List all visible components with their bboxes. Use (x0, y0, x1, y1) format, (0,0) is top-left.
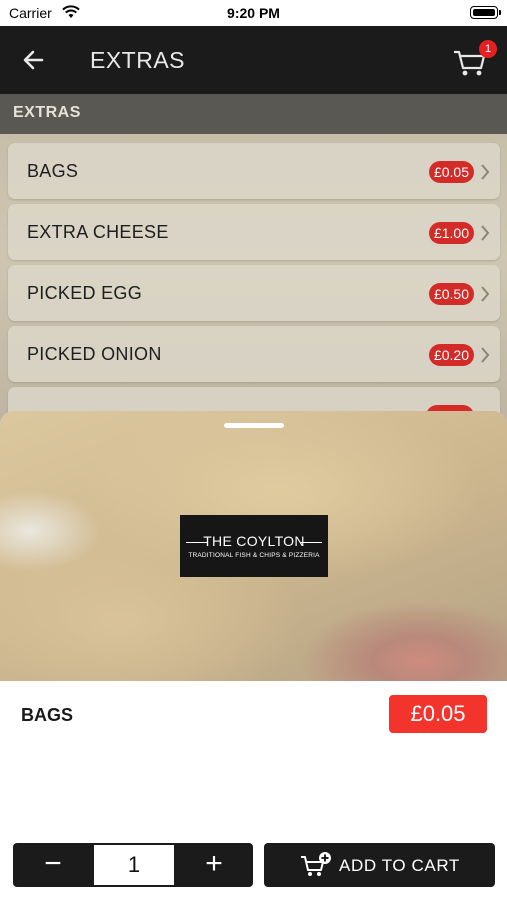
list-item[interactable]: BAGS £0.05 (8, 143, 500, 199)
product-name: BAGS (21, 705, 74, 725)
chevron-right-icon (480, 163, 490, 181)
sheet-drag-handle[interactable] (224, 423, 284, 428)
quantity-value[interactable]: 1 (94, 845, 174, 885)
back-arrow-icon[interactable] (20, 46, 50, 74)
chevron-right-icon (480, 285, 490, 303)
logo-subtitle: TRADITIONAL FISH & CHIPS & PIZZERIA (188, 552, 320, 559)
quantity-stepper: − 1 + (13, 843, 253, 887)
item-price-badge: £0.20 (428, 344, 474, 366)
item-price-badge: £0.05 (428, 161, 474, 183)
cart-add-icon (300, 851, 334, 879)
item-label: EXTRA CHEESE (27, 222, 169, 242)
item-label: BAGS (27, 161, 79, 181)
chevron-right-icon (480, 224, 490, 242)
extras-list: BAGS £0.05 EXTRA CHEESE £1.00 PICKED EGG… (0, 134, 507, 443)
status-time: 9:20 PM (227, 5, 280, 21)
product-price-badge: £0.05 (389, 695, 487, 733)
battery-icon (470, 6, 501, 19)
app-header: EXTRAS 1 (0, 26, 507, 94)
logo-rule-left (186, 542, 208, 543)
logo-rule-right (300, 542, 322, 543)
restaurant-logo: THE COYLTON TRADITIONAL FISH & CHIPS & P… (180, 515, 328, 577)
add-to-cart-button[interactable]: ADD TO CART (264, 843, 495, 887)
status-bar: Carrier 9:20 PM (0, 0, 507, 26)
decrease-quantity-button[interactable]: − (13, 843, 93, 887)
list-item[interactable]: PICKED ONION £0.20 (8, 326, 500, 382)
increase-quantity-button[interactable]: + (175, 843, 253, 887)
section-label: EXTRAS (13, 104, 81, 121)
item-price-badge: £0.50 (428, 283, 474, 305)
item-label: PICKED EGG (27, 283, 143, 303)
chevron-right-icon (480, 346, 490, 364)
list-item[interactable]: PICKED EGG £0.50 (8, 265, 500, 321)
cart-count-badge: 1 (479, 40, 497, 58)
list-item[interactable]: EXTRA CHEESE £1.00 (8, 204, 500, 260)
page-title: EXTRAS (90, 47, 186, 73)
section-header: EXTRAS (0, 94, 507, 134)
item-label: PICKED ONION (27, 344, 162, 364)
add-to-cart-label: ADD TO CART (339, 856, 460, 875)
logo-title: THE COYLTON (203, 533, 305, 549)
item-price-badge: £1.00 (428, 222, 474, 244)
product-bottom-sheet: THE COYLTON TRADITIONAL FISH & CHIPS & P… (0, 411, 507, 900)
